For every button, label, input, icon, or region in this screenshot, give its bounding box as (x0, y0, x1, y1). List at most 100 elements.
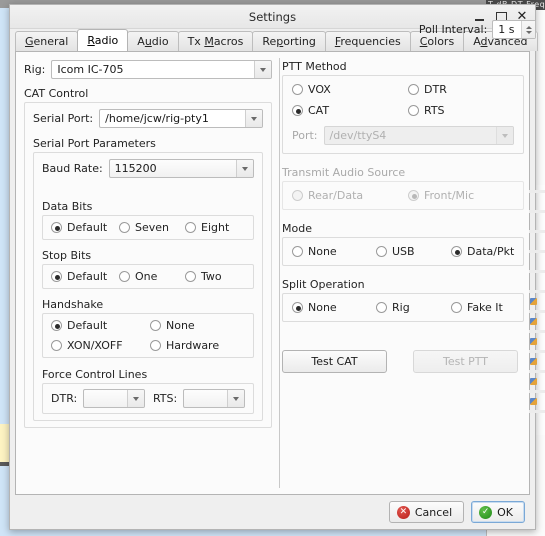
poll-interval-value: 1 s (498, 23, 515, 36)
radio-data-bits-seven[interactable]: Seven (119, 221, 185, 234)
radio-handshake-xonxoff[interactable]: XON/XOFF (51, 339, 150, 352)
rig-combo[interactable]: Icom IC-705 (51, 60, 272, 79)
radio-split-rig[interactable]: Rig (376, 301, 451, 314)
radio-dot-icon (292, 190, 303, 201)
test-buttons-row: Test CAT Test PTT (282, 350, 524, 373)
radio-dot-icon (376, 302, 387, 313)
background-list-icon (530, 378, 537, 385)
radio-data-bits-default[interactable]: Default (51, 221, 119, 234)
ptt-method-row-1: VOX DTR (292, 83, 514, 96)
baud-rate-combo[interactable]: 115200 (108, 159, 254, 178)
tab-reporting[interactable]: Reporting (252, 31, 326, 51)
stop-bits-title: Stop Bits (42, 249, 92, 262)
radio-stop-bits-default[interactable]: Default (51, 270, 119, 283)
radio-label: Hardware (166, 339, 220, 352)
radio-label: Eight (201, 221, 230, 234)
test-ptt-button: Test PTT (413, 350, 518, 373)
radio-dot-icon (51, 222, 62, 233)
radio-label: None (166, 319, 195, 332)
radio-dot-icon (408, 190, 419, 201)
radio-label: Data/Pkt (467, 245, 515, 258)
rts-label: RTS: (152, 392, 178, 405)
radio-dot-icon (51, 320, 62, 331)
radio-dot-icon (292, 246, 303, 257)
serial-port-parameters-box: Baud Rate: 115200 Data Bits Default Seve… (33, 152, 263, 421)
radio-handshake-none[interactable]: None (150, 319, 195, 332)
force-control-lines-row: DTR: RTS: (51, 389, 245, 408)
dtr-label: DTR: (51, 392, 78, 405)
radio-ptt-rts[interactable]: RTS (408, 104, 445, 117)
poll-interval-spinner[interactable]: 1 s (492, 20, 537, 39)
background-list-row (529, 230, 545, 233)
chevron-down-icon[interactable] (236, 160, 253, 177)
chevron-down-icon[interactable] (227, 390, 244, 407)
tab-general[interactable]: General (15, 31, 79, 51)
background-list-icon (530, 318, 537, 325)
background-list-row (529, 390, 545, 393)
tab-frequencies[interactable]: Frequencies (324, 31, 411, 51)
tab-mnemonic: R (87, 34, 95, 47)
radio-dot-icon (150, 320, 161, 331)
radio-handshake-default[interactable]: Default (51, 319, 150, 332)
tab-audio[interactable]: Audio (127, 31, 179, 51)
radio-label: Front/Mic (424, 189, 475, 202)
chevron-down-icon[interactable] (126, 390, 144, 407)
tab-radio[interactable]: Radio (77, 29, 129, 51)
force-control-lines-box: DTR: RTS: (42, 383, 254, 414)
baud-rate-row: Baud Rate: 115200 (42, 159, 254, 178)
background-list-row (529, 410, 545, 413)
background-list-row (529, 270, 545, 273)
spinner-buttons[interactable] (521, 21, 536, 38)
radio-mode-data-pkt[interactable]: Data/Pkt (451, 245, 514, 258)
ptt-method-title: PTT Method (282, 60, 347, 73)
chevron-down-icon[interactable] (254, 61, 271, 78)
background-list-row (529, 370, 545, 373)
background-list-icon (530, 338, 537, 345)
mode-box: None USB Data/Pkt (282, 237, 525, 266)
tab-tx-macros[interactable]: Tx Macros (177, 31, 254, 51)
radio-ptt-vox[interactable]: VOX (292, 83, 408, 96)
radio-handshake-hardware[interactable]: Hardware (150, 339, 219, 352)
split-operation-title: Split Operation (282, 278, 365, 291)
radio-split-fake-it[interactable]: Fake It (451, 301, 503, 314)
test-cat-button[interactable]: Test CAT (282, 350, 387, 373)
serial-port-combo[interactable]: /home/jcw/rig-pty1 (99, 109, 263, 128)
split-operation-box: None Rig Fake It (282, 293, 525, 322)
background-list-row (529, 190, 545, 193)
chevron-down-icon[interactable] (245, 110, 262, 127)
ok-button[interactable]: ✓ OK (471, 501, 525, 523)
radio-dot-icon (292, 84, 303, 95)
radio-dot-icon (376, 246, 387, 257)
rig-value: Icom IC-705 (57, 63, 124, 76)
cancel-icon: ✕ (396, 505, 410, 519)
spinner-down-icon (525, 30, 532, 34)
radio-label: Rig (392, 301, 410, 314)
handshake-box: Default None XON/XOFF Hardware (42, 313, 254, 358)
radio-stop-bits-one[interactable]: One (119, 270, 185, 283)
data-bits-box: Default Seven Eight (42, 215, 254, 240)
radio-ptt-cat[interactable]: CAT (292, 104, 408, 117)
dialog-footer: ✕ Cancel ✓ OK (10, 495, 535, 529)
background-list-row (529, 350, 545, 353)
dtr-combo[interactable] (83, 389, 145, 408)
radio-mode-usb[interactable]: USB (376, 245, 451, 258)
radio-label: DTR (424, 83, 447, 96)
radio-stop-bits-two[interactable]: Two (185, 270, 222, 283)
radio-mode-none[interactable]: None (292, 245, 376, 258)
rig-row: Rig: Icom IC-705 (24, 60, 272, 79)
radio-data-bits-eight[interactable]: Eight (185, 221, 229, 234)
radio-dot-icon (408, 84, 419, 95)
radio-dot-icon (451, 302, 462, 313)
rts-combo[interactable] (183, 389, 245, 408)
transmit-audio-source-box: Rear/Data Front/Mic (282, 181, 525, 210)
radio-ptt-dtr[interactable]: DTR (408, 83, 447, 96)
cat-control-title: CAT Control (24, 87, 89, 100)
radio-audio-front-mic: Front/Mic (408, 189, 474, 202)
mode-options: None USB Data/Pkt (292, 245, 514, 258)
ptt-method-box: VOX DTR CAT RTS Port: /dev/ttyS4 (282, 75, 525, 154)
cancel-button[interactable]: ✕ Cancel (388, 501, 465, 523)
pane-right: PTT Method VOX DTR CAT RTS Port: /dev/tt… (272, 20, 537, 494)
ok-label: OK (497, 505, 513, 519)
radio-split-none[interactable]: None (292, 301, 376, 314)
stop-bits-box: Default One Two (42, 264, 254, 289)
